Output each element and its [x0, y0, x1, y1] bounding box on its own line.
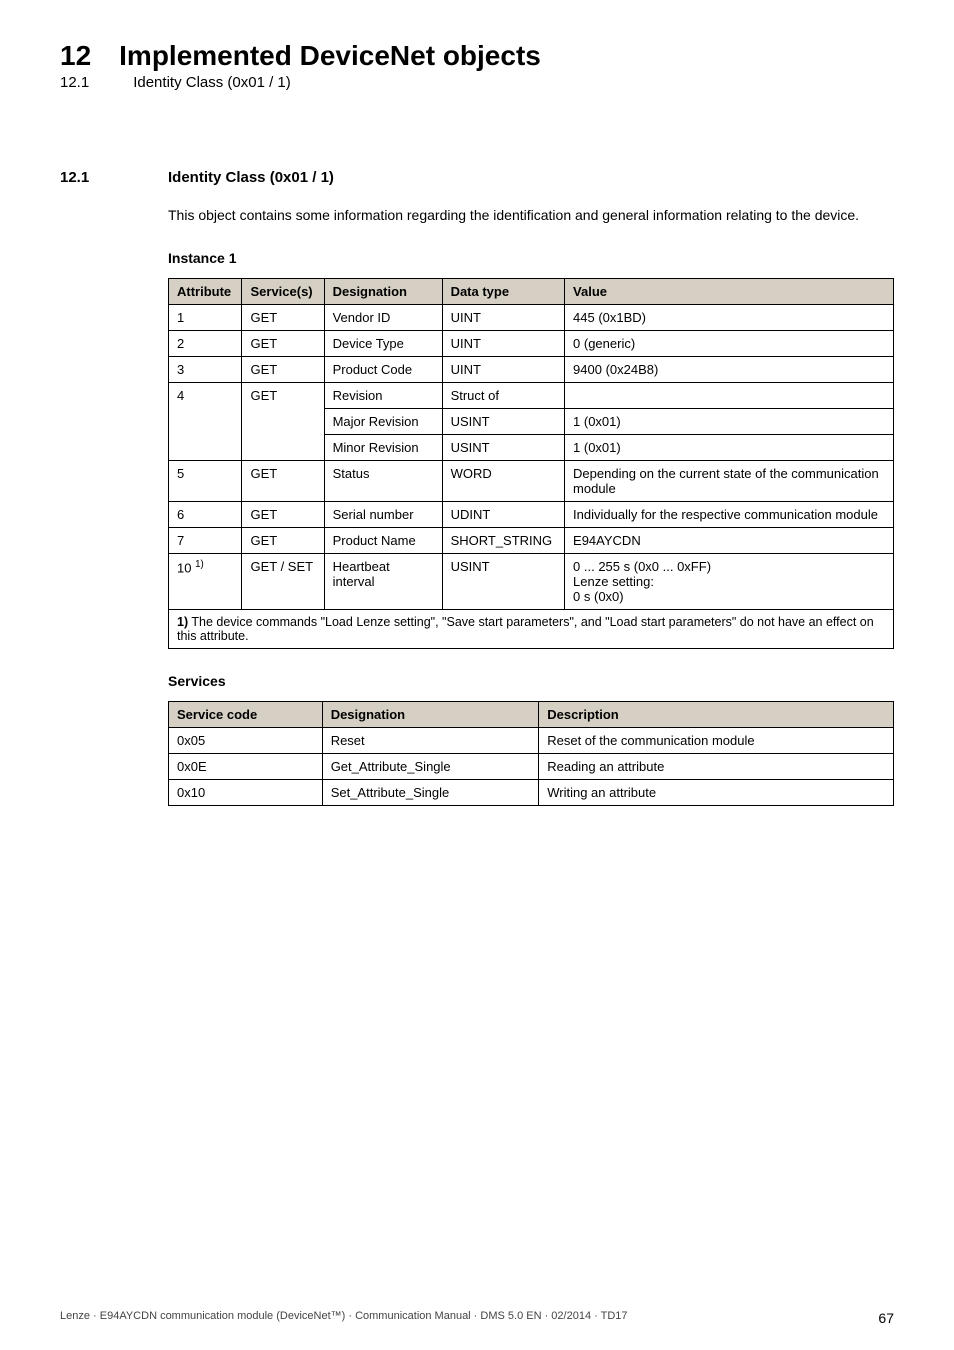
subsection-title: Identity Class (0x01 / 1) — [133, 74, 291, 91]
cell-des: Set_Attribute_Single — [322, 779, 539, 805]
section-title: Identity Class (0x01 / 1) — [168, 169, 334, 186]
cell-dt: UINT — [442, 330, 564, 356]
cell-attr: 5 — [169, 460, 242, 501]
cell-dt: UDINT — [442, 501, 564, 527]
cell-des: Status — [324, 460, 442, 501]
cell-des: Serial number — [324, 501, 442, 527]
cell-dt: UINT — [442, 304, 564, 330]
col-datatype: Data type — [442, 278, 564, 304]
section-body: This object contains some information re… — [168, 206, 894, 226]
table-row: 6GETSerial numberUDINTIndividually for t… — [169, 501, 894, 527]
cell-code: 0x05 — [169, 727, 323, 753]
col-designation: Designation — [324, 278, 442, 304]
cell-des: Product Name — [324, 527, 442, 553]
cell-des: Reset — [322, 727, 539, 753]
cell-attr: 10 1) — [169, 553, 242, 609]
cell-attr: 4 — [169, 382, 242, 460]
table-row: 3GETProduct CodeUINT9400 (0x24B8) — [169, 356, 894, 382]
cell-svc: GET — [242, 460, 324, 501]
cell-val — [565, 382, 894, 408]
table-footnote: 1) The device commands "Load Lenze setti… — [169, 609, 894, 648]
table-row: 5GETStatusWORDDepending on the current s… — [169, 460, 894, 501]
page-number: 67 — [878, 1310, 894, 1326]
cell-val: Individually for the respective communic… — [565, 501, 894, 527]
cell-attr: 7 — [169, 527, 242, 553]
cell-des: Revision — [324, 382, 442, 408]
cell-val: 0 ... 255 s (0x0 ... 0xFF)Lenze setting:… — [565, 553, 894, 609]
cell-val: 9400 (0x24B8) — [565, 356, 894, 382]
cell-svc: GET — [242, 501, 324, 527]
cell-svc: GET — [242, 304, 324, 330]
cell-des: Device Type — [324, 330, 442, 356]
chapter-number: 12 — [60, 40, 91, 72]
col-attribute: Attribute — [169, 278, 242, 304]
col-value: Value — [565, 278, 894, 304]
cell-dt: WORD — [442, 460, 564, 501]
cell-attr: 1 — [169, 304, 242, 330]
col-service: Service(s) — [242, 278, 324, 304]
cell-val: 1 (0x01) — [565, 408, 894, 434]
cell-des: Heartbeat interval — [324, 553, 442, 609]
instance-heading: Instance 1 — [168, 250, 894, 266]
cell-dt: USINT — [442, 434, 564, 460]
table-row: 0x0EGet_Attribute_SingleReading an attri… — [169, 753, 894, 779]
cell-desc: Writing an attribute — [539, 779, 894, 805]
subsection-number: 12.1 — [60, 74, 89, 91]
table-row: 10 1)GET / SETHeartbeat intervalUSINT0 .… — [169, 553, 894, 609]
cell-des: Major Revision — [324, 408, 442, 434]
table-row: 2GETDevice TypeUINT0 (generic) — [169, 330, 894, 356]
cell-svc: GET — [242, 382, 324, 460]
col-svc-description: Description — [539, 701, 894, 727]
section-number: 12.1 — [60, 169, 120, 186]
instance-table: Attribute Service(s) Designation Data ty… — [168, 278, 894, 649]
cell-des: Product Code — [324, 356, 442, 382]
cell-dt: UINT — [442, 356, 564, 382]
col-service-code: Service code — [169, 701, 323, 727]
cell-dt: USINT — [442, 553, 564, 609]
cell-val: Depending on the current state of the co… — [565, 460, 894, 501]
cell-val: 0 (generic) — [565, 330, 894, 356]
chapter-title: Implemented DeviceNet objects — [119, 40, 541, 72]
table-row: 7GETProduct NameSHORT_STRINGE94AYCDN — [169, 527, 894, 553]
cell-val: E94AYCDN — [565, 527, 894, 553]
table-row: 1GETVendor IDUINT445 (0x1BD) — [169, 304, 894, 330]
cell-code: 0x0E — [169, 753, 323, 779]
table-row: 4GETRevisionStruct of — [169, 382, 894, 408]
cell-svc: GET — [242, 330, 324, 356]
cell-dt: USINT — [442, 408, 564, 434]
services-table: Service code Designation Description 0x0… — [168, 701, 894, 806]
cell-svc: GET — [242, 527, 324, 553]
services-heading: Services — [168, 673, 894, 689]
cell-svc: GET — [242, 356, 324, 382]
cell-des: Minor Revision — [324, 434, 442, 460]
cell-des: Get_Attribute_Single — [322, 753, 539, 779]
cell-desc: Reset of the communication module — [539, 727, 894, 753]
cell-desc: Reading an attribute — [539, 753, 894, 779]
table-footnote-row: 1) The device commands "Load Lenze setti… — [169, 609, 894, 648]
cell-attr: 3 — [169, 356, 242, 382]
cell-val: 1 (0x01) — [565, 434, 894, 460]
cell-des: Vendor ID — [324, 304, 442, 330]
cell-attr: 2 — [169, 330, 242, 356]
cell-val: 445 (0x1BD) — [565, 304, 894, 330]
cell-svc: GET / SET — [242, 553, 324, 609]
cell-dt: Struct of — [442, 382, 564, 408]
table-row: 0x05ResetReset of the communication modu… — [169, 727, 894, 753]
cell-attr: 6 — [169, 501, 242, 527]
cell-dt: SHORT_STRING — [442, 527, 564, 553]
table-row: 0x10Set_Attribute_SingleWriting an attri… — [169, 779, 894, 805]
col-svc-designation: Designation — [322, 701, 539, 727]
footer-text: Lenze · E94AYCDN communication module (D… — [60, 1310, 628, 1326]
cell-code: 0x10 — [169, 779, 323, 805]
